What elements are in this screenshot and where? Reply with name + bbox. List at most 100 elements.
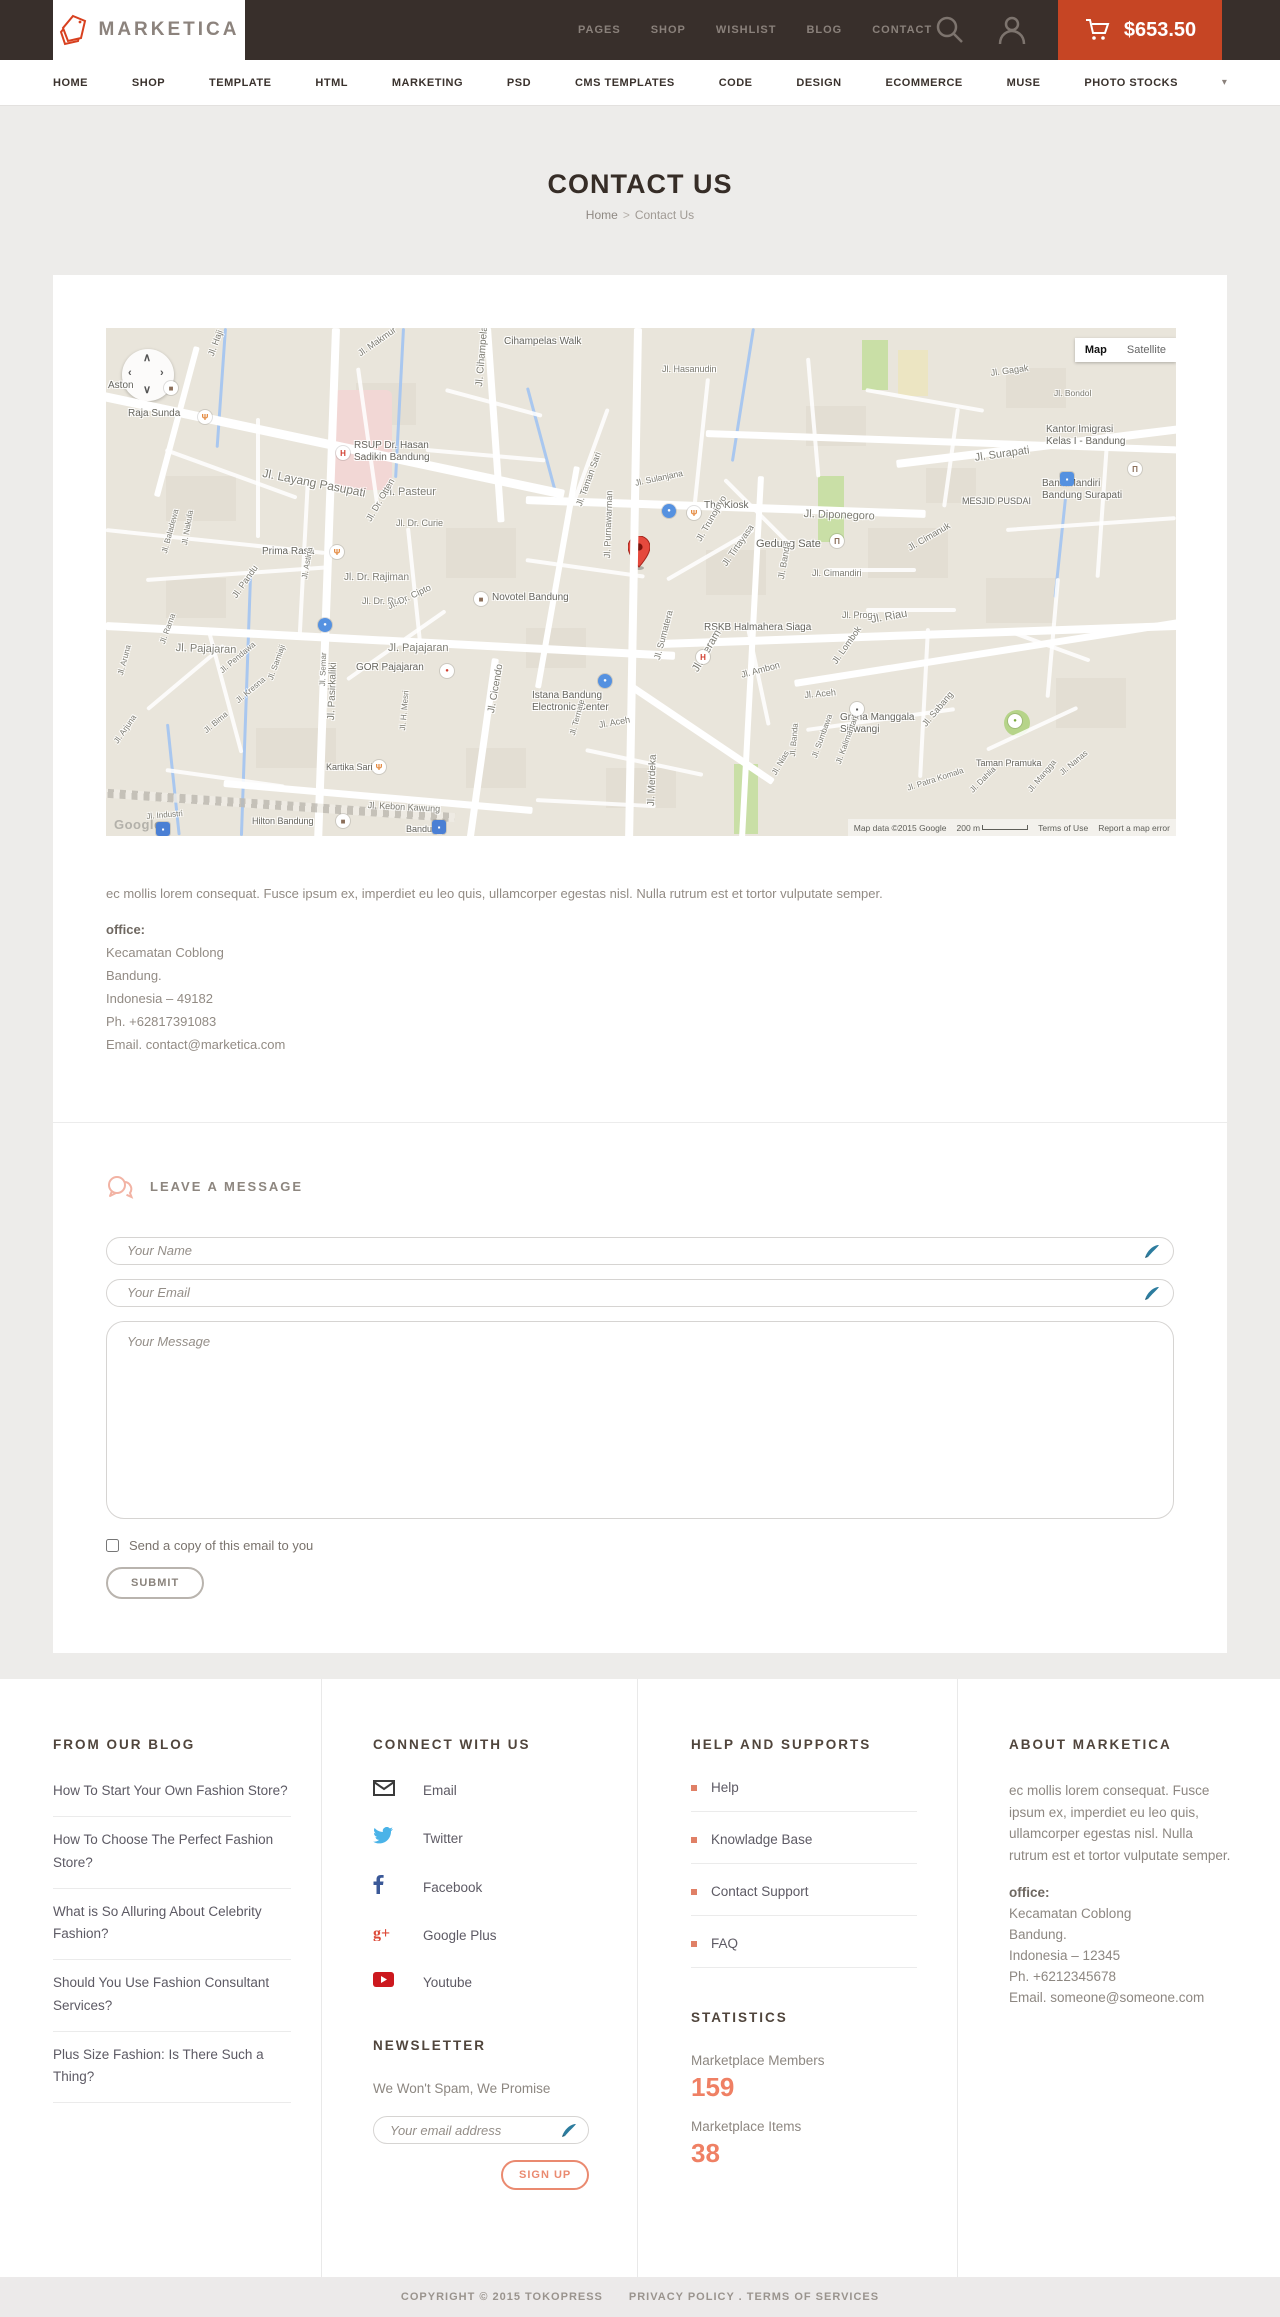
social-link-email[interactable]: Email xyxy=(373,1780,597,1801)
map-poi-food-icon[interactable]: Ψ xyxy=(198,410,212,424)
map-type-satellite-button[interactable]: Satellite xyxy=(1116,338,1176,362)
header-nav-item-shop[interactable]: SHOP xyxy=(651,24,686,36)
facebook-icon xyxy=(373,1874,397,1899)
cat-nav-item-home[interactable]: HOME xyxy=(53,77,88,89)
map-poi-bank-icon[interactable]: ▪ xyxy=(1060,472,1074,486)
cart-button[interactable]: $653.50 xyxy=(1058,0,1222,60)
map-poi-station-icon[interactable]: ▪ xyxy=(156,822,170,836)
social-link-facebook[interactable]: Facebook xyxy=(373,1874,597,1899)
cat-nav-item-psd[interactable]: PSD xyxy=(507,77,531,89)
newsletter-email-input[interactable] xyxy=(373,2116,589,2144)
header-nav-item-wishlist[interactable]: WISHLIST xyxy=(716,24,777,36)
cat-nav-item-muse[interactable]: MUSE xyxy=(1007,77,1041,89)
footer-about-column: ABOUT MARKETICA ec mollis lorem consequa… xyxy=(958,1679,1280,2277)
map-poi-hospital-icon[interactable]: H xyxy=(336,446,350,460)
pan-right-icon[interactable]: › xyxy=(160,367,164,379)
cat-nav-item-marketing[interactable]: MARKETING xyxy=(392,77,463,89)
googleplus-icon: g+ xyxy=(373,1925,397,1946)
blog-link[interactable]: How To Start Your Own Fashion Store? xyxy=(53,1780,291,1818)
message-textarea[interactable] xyxy=(106,1320,1174,1519)
header-nav-item-pages[interactable]: PAGES xyxy=(578,24,621,36)
map-poi-gor-icon[interactable]: ● xyxy=(440,664,454,678)
cat-nav-item-shop[interactable]: SHOP xyxy=(132,77,165,89)
blog-link[interactable]: What is So Alluring About Celebrity Fash… xyxy=(53,1889,291,1961)
brand-logo[interactable]: MARKETICA xyxy=(53,0,245,60)
pan-down-icon[interactable]: ∨ xyxy=(143,383,151,396)
email-icon xyxy=(373,1780,397,1801)
map-label: Jl. Sumbawa xyxy=(810,712,835,760)
map-poi-hotel-icon[interactable]: ■ xyxy=(474,592,488,606)
blog-link[interactable]: Should You Use Fashion Consultant Servic… xyxy=(53,1960,291,2032)
help-link[interactable]: Help xyxy=(691,1780,917,1812)
map-poi-museum-icon[interactable]: Π xyxy=(1128,462,1142,476)
map-poi-hall-icon[interactable]: ▪ xyxy=(850,702,864,716)
map-road xyxy=(425,448,546,463)
bottom-bar: COPYRIGHT © 2015 TOKOPRESS PRIVACY POLIC… xyxy=(0,2277,1280,2317)
map-poi-hotel-icon[interactable]: ■ xyxy=(164,381,178,395)
cat-nav-item-photo-stocks[interactable]: PHOTO STOCKS xyxy=(1084,77,1178,89)
map-poi-food-icon[interactable]: Ψ xyxy=(330,545,344,559)
search-icon[interactable] xyxy=(934,14,966,46)
pan-left-icon[interactable]: ‹ xyxy=(128,367,132,379)
blog-link[interactable]: Plus Size Fashion: Is There Such a Thing… xyxy=(53,2032,291,2104)
contact-card: Map Satellite ∧ ∨ ‹ › Map data ©2015 Goo… xyxy=(53,275,1227,1653)
bullet-icon xyxy=(691,1888,697,1895)
map-poi-station-icon[interactable]: ▪ xyxy=(432,820,446,834)
cat-nav-item-template[interactable]: TEMPLATE xyxy=(209,77,271,89)
submit-button[interactable]: SUBMIT xyxy=(106,1566,205,1599)
map-poi-park-icon[interactable]: ● xyxy=(1008,714,1022,728)
footer-blog-heading: FROM OUR BLOG xyxy=(53,1737,196,1752)
tag-logo-icon xyxy=(59,14,86,46)
map-label: Jl. Samiaji xyxy=(266,643,287,682)
map-area xyxy=(862,340,888,390)
help-link[interactable]: FAQ xyxy=(691,1926,917,1968)
map-poi-hotel-icon[interactable]: ■ xyxy=(336,814,350,828)
map-poi-food-icon[interactable]: Ψ xyxy=(687,506,701,520)
map-data-text: Map data ©2015 Google xyxy=(853,822,947,833)
map-poi-shop-icon[interactable]: ● xyxy=(318,618,332,632)
signup-button[interactable]: SIGN UP xyxy=(501,2160,590,2190)
header-nav-item-blog[interactable]: BLOG xyxy=(806,24,842,36)
header-nav-item-contact[interactable]: CONTACT xyxy=(872,24,932,36)
social-link-twitter[interactable]: Twitter xyxy=(373,1827,597,1849)
map-terms-link[interactable]: Terms of Use xyxy=(1038,823,1088,833)
map-label: Jl. Nanas xyxy=(1058,748,1090,777)
help-link[interactable]: Knowladge Base xyxy=(691,1822,917,1864)
map-report-link[interactable]: Report a map error xyxy=(1098,823,1170,833)
map-poi-food-icon[interactable]: Ψ xyxy=(372,760,386,774)
social-link-googleplus[interactable]: g+ Google Plus xyxy=(373,1925,597,1946)
cat-nav-item-ecommerce[interactable]: ECOMMERCE xyxy=(886,77,963,89)
office-address-line: Indonesia – 49182 xyxy=(106,990,213,1006)
chevron-down-icon[interactable]: ▾ xyxy=(1222,77,1227,88)
about-office-label: office: xyxy=(1009,1885,1050,1901)
google-map[interactable]: Map Satellite ∧ ∨ ‹ › Map data ©2015 Goo… xyxy=(106,328,1176,836)
pan-up-icon[interactable]: ∧ xyxy=(143,351,151,364)
map-poi-hospital-icon[interactable]: H xyxy=(696,650,710,664)
map-area xyxy=(166,578,226,618)
help-link[interactable]: Contact Support xyxy=(691,1874,917,1916)
map-label: Jl. Lombok xyxy=(830,624,864,666)
email-input[interactable] xyxy=(106,1278,1174,1307)
cat-nav-item-cms-templates[interactable]: CMS TEMPLATES xyxy=(575,77,675,89)
cat-nav-item-html[interactable]: HTML xyxy=(315,77,348,89)
help-links-list: Help Knowladge Base Contact Support FAQ xyxy=(691,1780,917,1968)
blog-link[interactable]: How To Choose The Perfect Fashion Store? xyxy=(53,1817,291,1889)
page-title: CONTACT US xyxy=(547,169,733,199)
cat-nav-item-design[interactable]: DESIGN xyxy=(796,77,841,89)
about-address-line: Kecamatan Coblong xyxy=(1009,1906,1132,1922)
breadcrumb-home-link[interactable]: Home xyxy=(586,208,618,222)
bottom-links[interactable]: PRIVACY POLICY . TERMS OF SERVICES xyxy=(629,2291,879,2303)
footer: FROM OUR BLOG How To Start Your Own Fash… xyxy=(0,1679,1280,2277)
map-poi-shop-icon[interactable]: ● xyxy=(598,674,612,688)
map-label: Jl. Aruna xyxy=(116,643,133,677)
send-copy-checkbox[interactable] xyxy=(106,1538,119,1552)
cat-nav-item-code[interactable]: CODE xyxy=(719,77,753,89)
map-type-map-button[interactable]: Map xyxy=(1074,338,1117,362)
name-input[interactable] xyxy=(106,1236,1174,1265)
map-label: Jl. Arjuna xyxy=(112,713,139,746)
social-label: Google Plus xyxy=(423,1928,497,1943)
social-link-youtube[interactable]: Youtube xyxy=(373,1972,597,1992)
map-poi-museum-icon[interactable]: Π xyxy=(830,534,844,548)
account-icon[interactable] xyxy=(996,14,1028,46)
map-poi-shop-icon[interactable]: ● xyxy=(662,504,676,518)
